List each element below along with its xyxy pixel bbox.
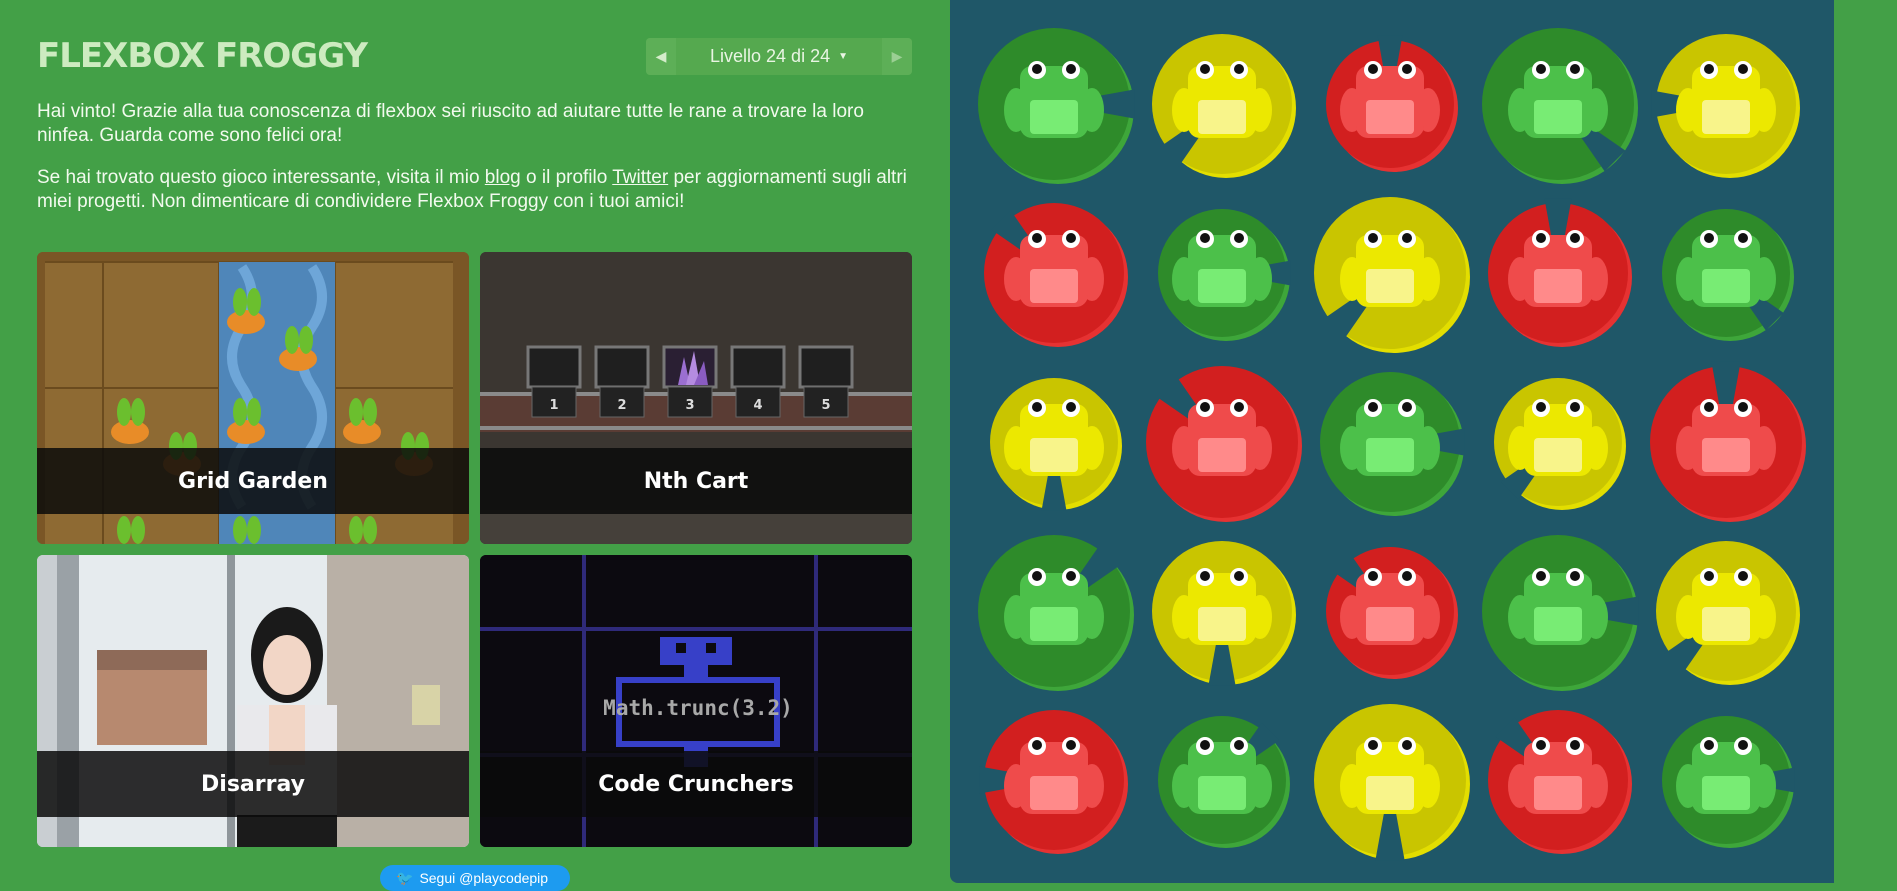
caret-down-icon: ▼ xyxy=(838,51,848,62)
code-crunchers-card[interactable]: Math.trunc(3.2) Code Crunchers xyxy=(480,555,912,847)
share-message: Se hai trovato questo gioco interessante… xyxy=(37,166,917,214)
lily-pad-red xyxy=(984,203,1128,347)
game-title: FLEXBOX FROGGY xyxy=(37,36,368,76)
disarray-card[interactable]: Disarray xyxy=(37,555,469,847)
level-label: Livello 24 di 24 xyxy=(710,46,831,66)
lily-pad-red xyxy=(1146,366,1302,522)
lily-pad-yellow xyxy=(1152,34,1296,178)
nth-cart-card[interactable]: 1 2 3 4 5 Nth Cart xyxy=(480,252,912,544)
lily-pad-yellow xyxy=(1152,541,1296,686)
lily-pad-yellow xyxy=(1314,197,1470,353)
nth-cart-label: Nth Cart xyxy=(480,448,912,514)
code-crunchers-label: Code Crunchers xyxy=(480,751,912,817)
previous-level-button[interactable]: ◀ xyxy=(646,38,676,75)
follow-twitter-button[interactable]: 🐦 Segui @playcodepip xyxy=(380,865,570,891)
lily-pad-red xyxy=(1488,710,1632,854)
pond-svg xyxy=(978,28,1806,861)
lily-pad-yellow xyxy=(1314,704,1470,861)
disarray-label: Disarray xyxy=(37,751,469,817)
lily-pad-red xyxy=(1326,547,1458,679)
level-indicator[interactable]: Livello 24 di 24 ▼ xyxy=(676,38,882,75)
pond-board xyxy=(950,0,1834,883)
blog-link[interactable]: blog xyxy=(485,167,521,188)
grid-garden-label: Grid Garden xyxy=(37,448,469,514)
lily-pad-green xyxy=(1482,535,1639,691)
cart-number-3: 3 xyxy=(685,398,694,413)
cart-number-2: 2 xyxy=(617,398,626,413)
lily-pad-green xyxy=(1320,372,1465,516)
triangle-left-icon: ◀ xyxy=(655,48,667,64)
instructions-panel: FLEXBOX FROGGY ◀ Livello 24 di 24 ▼ ▶ Ha… xyxy=(0,0,950,891)
lily-pad-green xyxy=(1662,716,1795,848)
grid-garden-card[interactable]: Grid Garden xyxy=(37,252,469,544)
cart-number-5: 5 xyxy=(821,398,830,413)
lily-pad-green xyxy=(1158,209,1291,341)
share-text-2: o il profilo xyxy=(520,167,613,188)
lily-pad-green xyxy=(1482,28,1638,184)
lily-pad-green xyxy=(978,535,1134,691)
lily-pad-red xyxy=(1326,35,1458,172)
lily-pad-red xyxy=(1650,361,1806,522)
lily-pad-red xyxy=(979,710,1128,854)
next-level-button[interactable]: ▶ xyxy=(882,38,912,75)
code-snippet: Math.trunc(3.2) xyxy=(603,696,793,720)
lily-pad-yellow xyxy=(1651,34,1800,178)
follow-label: Segui @playcodepip xyxy=(419,870,549,886)
lily-pad-green xyxy=(1158,716,1290,848)
triangle-right-icon: ▶ xyxy=(891,48,903,64)
lily-pad-red xyxy=(1488,198,1632,347)
win-message: Hai vinto! Grazie alla tua conoscenza di… xyxy=(37,101,864,146)
twitter-link[interactable]: Twitter xyxy=(612,167,668,188)
lily-pad-yellow xyxy=(990,378,1122,511)
lily-pad-yellow xyxy=(1656,541,1800,685)
lily-pad-green xyxy=(978,28,1135,184)
lily-pad-green xyxy=(1662,209,1794,341)
cart-number-4: 4 xyxy=(753,398,762,413)
level-navigator: ◀ Livello 24 di 24 ▼ ▶ xyxy=(646,38,912,75)
share-text-1: Se hai trovato questo gioco interessante… xyxy=(37,167,485,188)
cart-number-1: 1 xyxy=(549,398,558,413)
right-edge xyxy=(1834,0,1897,883)
twitter-bird-icon: 🐦 xyxy=(396,869,414,886)
lily-pad-yellow xyxy=(1494,378,1626,510)
